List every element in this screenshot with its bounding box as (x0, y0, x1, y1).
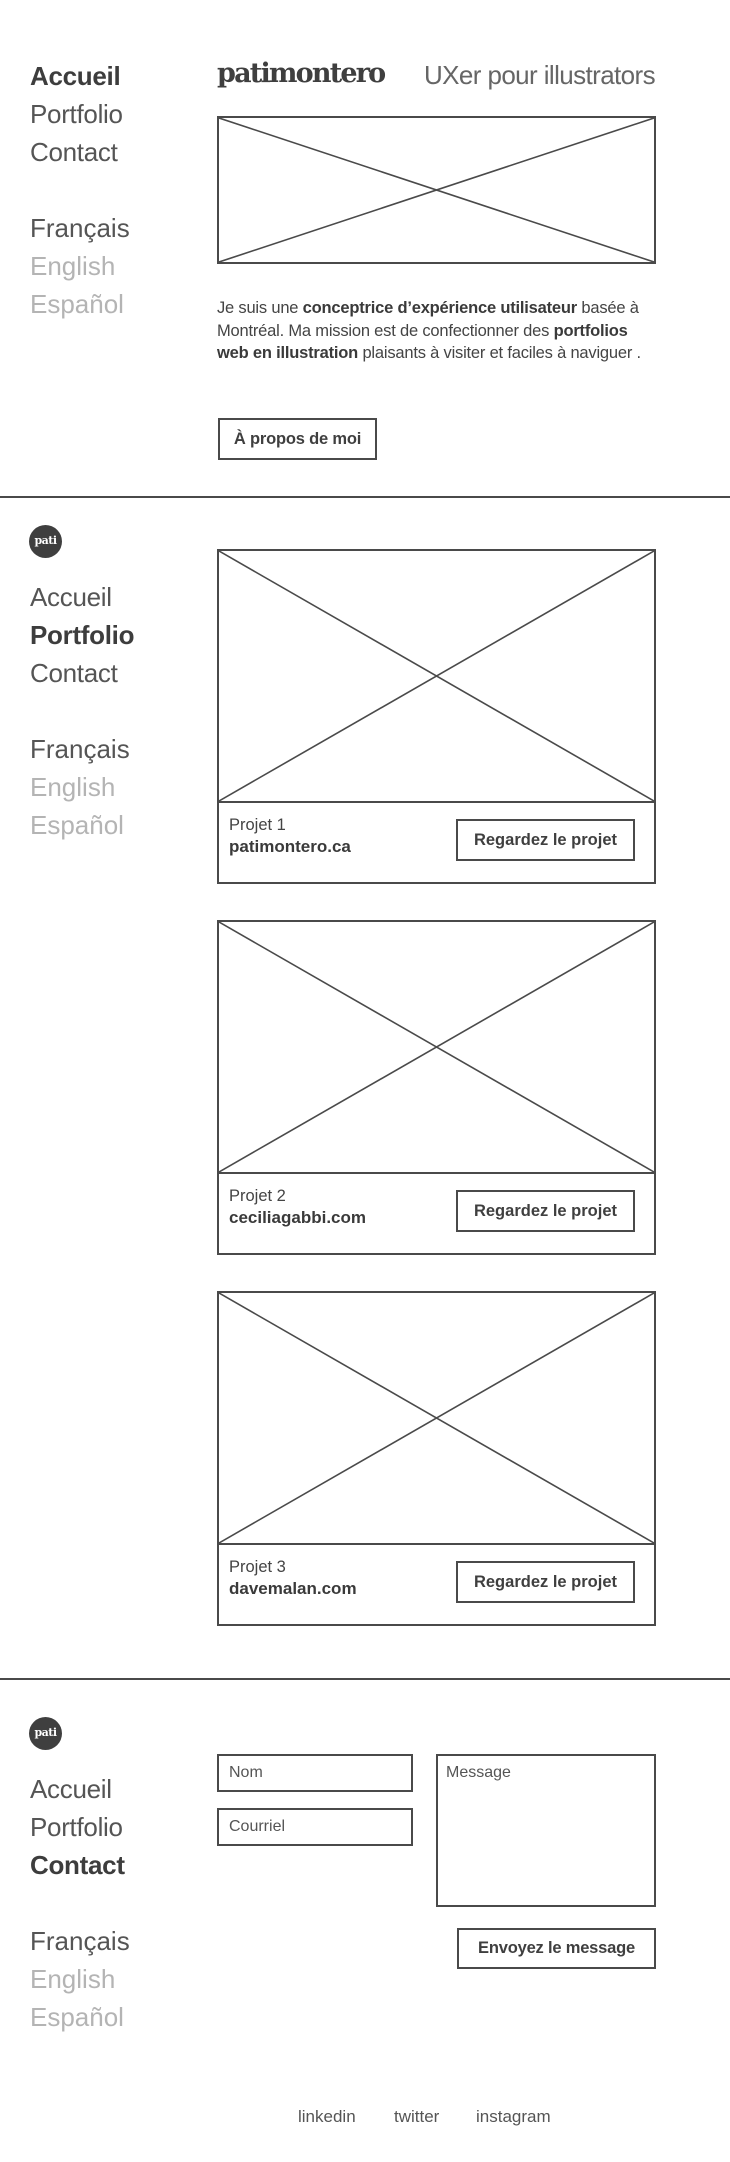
email-input[interactable] (217, 1808, 413, 1846)
view-project-button[interactable]: Regardez le projet (456, 819, 635, 861)
project-card: Projet 3 davemalan.com Regardez le proje… (217, 1291, 656, 1626)
site-logo-wordmark[interactable]: patimontero (217, 58, 386, 90)
view-project-button[interactable]: Regardez le projet (456, 1561, 635, 1603)
nav-accueil[interactable]: Accueil (30, 57, 121, 95)
section-divider (0, 496, 730, 498)
site-tagline: UXer pour illustrators (424, 60, 656, 90)
lang-english[interactable]: English (30, 247, 115, 285)
image-placeholder-icon (219, 118, 654, 262)
nav-contact[interactable]: Contact (30, 654, 118, 692)
pati-logo-badge[interactable]: pati (29, 1717, 62, 1750)
name-input[interactable] (217, 1754, 413, 1792)
message-textarea[interactable] (436, 1754, 656, 1907)
project-card: Projet 2 ceciliagabbi.com Regardez le pr… (217, 920, 656, 1255)
lang-espanol[interactable]: Español (30, 806, 124, 844)
instagram-link[interactable]: instagram (476, 2106, 551, 2128)
about-me-button[interactable]: À propos de moi (218, 418, 377, 460)
nav-contact[interactable]: Contact (30, 1846, 125, 1884)
lang-francais[interactable]: Français (30, 209, 130, 247)
twitter-link[interactable]: twitter (394, 2106, 439, 2128)
send-message-button[interactable]: Envoyez le message (457, 1928, 656, 1969)
project-image-placeholder[interactable] (219, 922, 654, 1174)
project-image-placeholder[interactable] (219, 551, 654, 803)
nav-portfolio[interactable]: Portfolio (30, 1808, 123, 1846)
project-site: patimontero.ca (229, 837, 351, 856)
intro-paragraph: Je suis une conceptrice d’expérience uti… (217, 297, 657, 365)
lang-francais[interactable]: Français (30, 1922, 130, 1960)
project-site: davemalan.com (229, 1579, 357, 1598)
linkedin-link[interactable]: linkedin (298, 2106, 356, 2128)
lang-espanol[interactable]: Español (30, 1998, 124, 2036)
nav-portfolio[interactable]: Portfolio (30, 616, 134, 654)
project-label: Projet 3 (229, 1558, 286, 1576)
project-site: ceciliagabbi.com (229, 1208, 366, 1227)
nav-accueil[interactable]: Accueil (30, 1770, 112, 1808)
intro-text: plaisants à visiter et faciles à navigue… (358, 344, 641, 362)
image-placeholder-icon (219, 1293, 654, 1543)
intro-emphasis: conceptrice d’expérience utilisateur (302, 299, 578, 317)
nav-portfolio[interactable]: Portfolio (30, 95, 123, 133)
project-card: Projet 1 patimontero.ca Regardez le proj… (217, 549, 656, 884)
pati-logo-badge[interactable]: pati (29, 525, 62, 558)
lang-espanol[interactable]: Español (30, 285, 124, 323)
view-project-button[interactable]: Regardez le projet (456, 1190, 635, 1232)
image-placeholder-icon (219, 922, 654, 1172)
project-label: Projet 2 (229, 1187, 286, 1205)
nav-accueil[interactable]: Accueil (30, 578, 112, 616)
hero-image-placeholder (217, 116, 656, 264)
lang-english[interactable]: English (30, 768, 115, 806)
lang-francais[interactable]: Français (30, 730, 130, 768)
project-label: Projet 1 (229, 816, 286, 834)
lang-english[interactable]: English (30, 1960, 115, 1998)
intro-text: Je suis une (217, 299, 303, 317)
nav-contact[interactable]: Contact (30, 133, 118, 171)
section-divider (0, 1678, 730, 1680)
project-image-placeholder[interactable] (219, 1293, 654, 1545)
image-placeholder-icon (219, 551, 654, 801)
